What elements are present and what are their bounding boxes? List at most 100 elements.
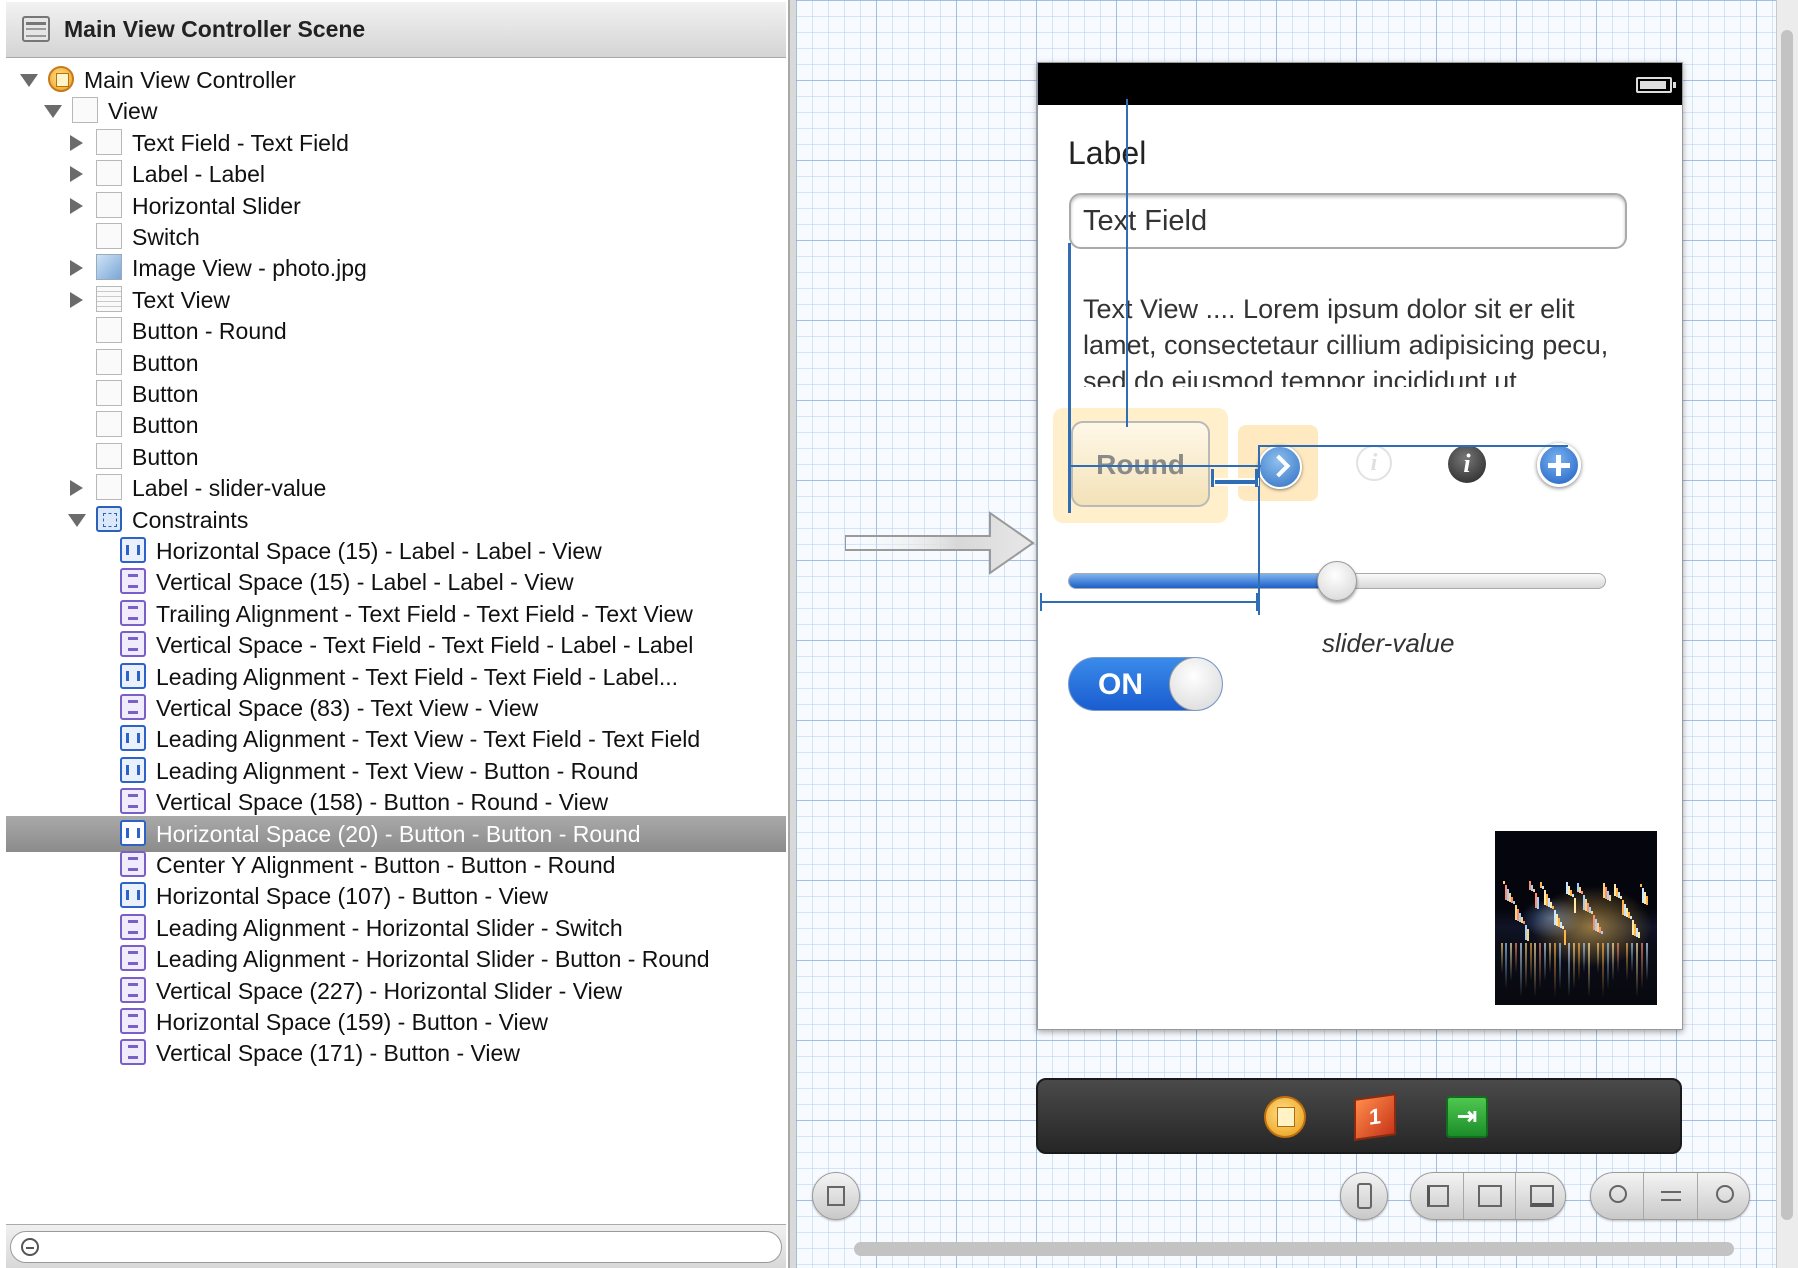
city-light (1513, 901, 1515, 904)
button-icon (96, 411, 122, 438)
exit-icon[interactable]: ⇥ (1446, 1096, 1488, 1138)
button-icon (96, 348, 122, 375)
outline-row[interactable]: Vertical Space (171) - Button - View (6, 1035, 786, 1071)
disclosure-closed-icon[interactable] (70, 197, 83, 214)
horizontal-constraint-icon (120, 756, 146, 783)
outline-row-label: Horizontal Slider (132, 192, 301, 219)
outline-row-label: Vertical Space (227) - Horizontal Slider… (156, 977, 623, 1004)
align-icon (1427, 1185, 1449, 1207)
disclosure-open-icon[interactable] (20, 74, 38, 87)
disclosure-closed-icon[interactable] (70, 260, 83, 277)
light-reflection (1597, 943, 1599, 973)
outline-toggle-button[interactable] (812, 1172, 860, 1220)
outline-row-label: Image View - photo.jpg (132, 255, 367, 282)
slider-value-label[interactable]: slider-value (1322, 628, 1454, 659)
resolve-button[interactable] (1515, 1173, 1568, 1219)
vertical-constraint-icon (120, 851, 146, 877)
label-element[interactable]: Label (1068, 135, 1146, 172)
vertical-constraint-icon (120, 788, 146, 815)
round-button-element[interactable]: Round (1071, 421, 1210, 507)
city-light (1630, 916, 1632, 919)
disclosure-closed-icon[interactable] (70, 166, 83, 183)
outline-tree: Main View Controller View Text Field - Tex… (6, 60, 786, 1222)
scene-header[interactable]: Main View Controller Scene (6, 2, 786, 58)
outline-row-label: Leading Alignment - Horizontal Slider - … (156, 946, 710, 973)
light-reflection (1515, 943, 1517, 973)
text-view-text: Text View .... Lorem ipsum dolor sit er … (1083, 294, 1609, 387)
scene-title: Main View Controller Scene (64, 16, 366, 42)
button-icon (96, 317, 122, 344)
info-dark-glyph: i (1463, 449, 1471, 478)
constraints-icon (96, 505, 122, 532)
light-reflection (1568, 943, 1570, 997)
info-light-glyph: i (1370, 450, 1378, 476)
city-light (1574, 898, 1576, 913)
status-bar (1038, 63, 1682, 105)
disclosure-open-icon[interactable] (44, 105, 62, 119)
align-button[interactable] (1411, 1173, 1463, 1219)
vertical-scrollbar[interactable] (1781, 30, 1793, 1220)
vertical-constraint-icon (120, 1039, 146, 1066)
first-responder-icon[interactable]: 1 (1354, 1093, 1396, 1141)
zoom-control-group (1590, 1172, 1750, 1220)
constraint-guide-buttons-top (1258, 445, 1568, 447)
scene-dock: 1 ⇥ (1036, 1078, 1682, 1154)
equals-icon (1661, 1191, 1681, 1201)
sidebar-toggle-icon (827, 1186, 845, 1206)
image-view-element[interactable] (1495, 831, 1657, 1005)
zoom-in-button[interactable] (1697, 1173, 1752, 1219)
horizontal-slider-element[interactable] (1068, 561, 1606, 601)
vertical-constraint-icon (120, 599, 146, 626)
info-light-button-icon[interactable]: i (1356, 445, 1392, 481)
disclosure-closed-icon[interactable] (70, 480, 83, 497)
outline-filter-input[interactable] (10, 1231, 782, 1263)
city-light (1552, 906, 1554, 909)
horizontal-constraint-icon (120, 725, 146, 752)
view-controller-view[interactable]: Label Text Field Text View .... Lorem ip… (1037, 62, 1683, 1030)
outline-filter-bar (6, 1224, 786, 1268)
selected-constraint-i-beam[interactable] (1213, 478, 1259, 486)
disclosure-button-icon[interactable] (1258, 445, 1302, 489)
pin-button[interactable] (1463, 1173, 1516, 1219)
form-factor-button[interactable] (1340, 1172, 1388, 1220)
device-icon (1357, 1183, 1372, 1209)
outline-row-label: Constraints (132, 506, 249, 533)
light-reflection (1617, 943, 1619, 973)
zoom-out-icon (1609, 1185, 1627, 1203)
city-light (1564, 930, 1566, 945)
view-controller-icon[interactable] (1264, 1096, 1306, 1138)
label-icon (96, 474, 122, 501)
layout-control-group (1410, 1172, 1566, 1220)
button-icon (96, 380, 122, 406)
disclosure-open-icon[interactable] (68, 513, 86, 527)
outline-row-label: Horizontal Space (159) - Button - View (156, 1009, 549, 1035)
outline-row-label: Label - Label (132, 161, 265, 188)
info-dark-button-icon[interactable]: i (1448, 445, 1486, 483)
disclosure-closed-icon[interactable] (70, 291, 83, 308)
outline-row-label: Text View (132, 286, 231, 313)
outline-row-label: Label - slider-value (132, 475, 327, 502)
resolve-icon (1530, 1185, 1554, 1207)
image-view-icon (96, 254, 122, 281)
city-light (1620, 896, 1622, 899)
zoom-out-button[interactable] (1591, 1173, 1643, 1219)
text-field-element[interactable]: Text Field (1069, 193, 1627, 249)
zoom-fit-button[interactable] (1643, 1173, 1698, 1219)
outline-row-label: Horizontal Space (107) - Button - View (156, 883, 549, 910)
constraint-guide-span-left-cap (1040, 593, 1042, 611)
light-reflection (1646, 943, 1648, 981)
horizontal-scrollbar[interactable] (854, 1242, 1734, 1256)
slider-thumb[interactable] (1317, 561, 1357, 601)
slider-icon (96, 191, 122, 218)
outline-row-label: Leading Alignment - Text View - Text Fie… (156, 726, 701, 753)
add-contact-button-icon[interactable] (1537, 443, 1581, 487)
text-view-element[interactable]: Text View .... Lorem ipsum dolor sit er … (1069, 283, 1649, 387)
vertical-constraint-icon (120, 945, 146, 972)
disclosure-closed-icon[interactable] (70, 134, 83, 151)
outline-row-label: Text Field - Text Field (132, 129, 349, 156)
view-controller-icon (48, 66, 74, 92)
outline-row-label: Horizontal Space (20) - Button - Button … (156, 820, 641, 847)
switch-element[interactable]: ON (1068, 657, 1223, 711)
light-reflection (1631, 943, 1633, 973)
vertical-scrollbar-track[interactable] (1776, 0, 1798, 1268)
